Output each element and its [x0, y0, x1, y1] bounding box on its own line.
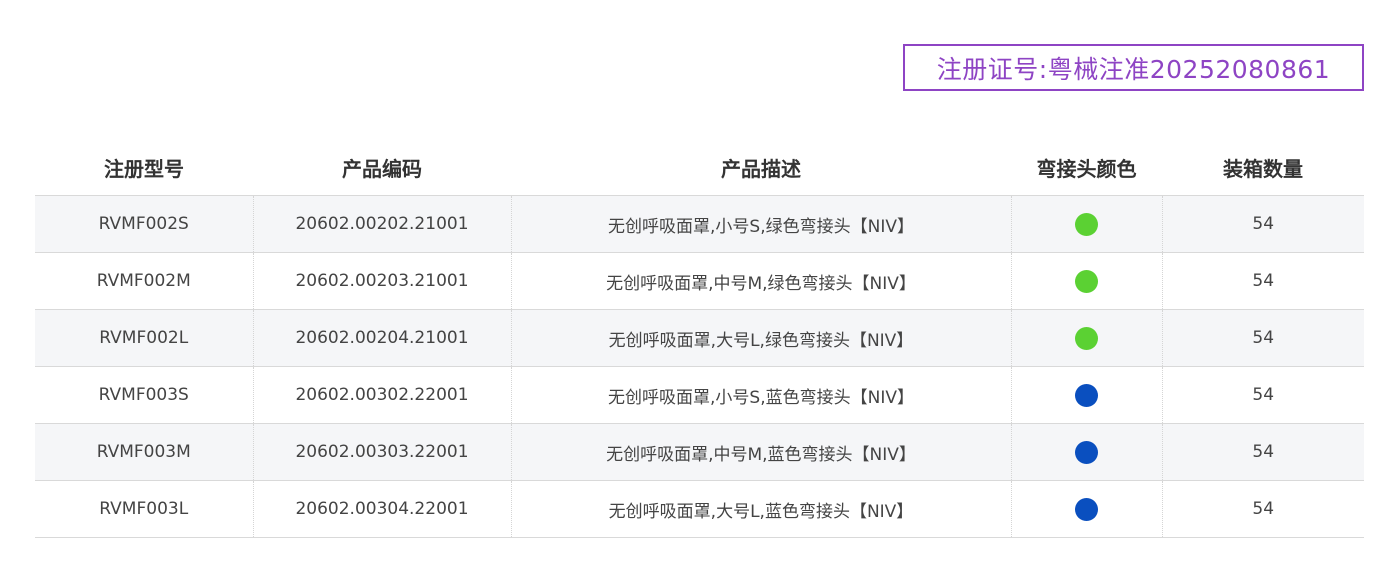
cell-description: 无创呼吸面罩,小号S,绿色弯接头【NIV】	[511, 195, 1012, 253]
header-connector-color: 弯接头颜色	[1011, 140, 1162, 196]
blue-dot-icon	[1075, 497, 1098, 521]
table-row: RVMF002M 20602.00203.21001 无创呼吸面罩,中号M,绿色…	[35, 252, 1364, 310]
cell-quantity: 54	[1162, 480, 1364, 538]
table-body: RVMF002S 20602.00202.21001 无创呼吸面罩,小号S,绿色…	[35, 195, 1364, 538]
cell-model: RVMF003M	[35, 423, 254, 481]
product-table: 注册型号 产品编码 产品描述 弯接头颜色 装箱数量 RVMF002S 20602…	[35, 140, 1364, 538]
table-row: RVMF003L 20602.00304.22001 无创呼吸面罩,大号L,蓝色…	[35, 480, 1364, 538]
cell-connector-color	[1011, 252, 1163, 310]
table-row: RVMF003M 20602.00303.22001 无创呼吸面罩,中号M,蓝色…	[35, 423, 1364, 481]
cell-connector-color	[1011, 480, 1163, 538]
cell-code: 20602.00202.21001	[253, 195, 512, 253]
table-header: 注册型号 产品编码 产品描述 弯接头颜色 装箱数量	[35, 140, 1364, 196]
table-row: RVMF002S 20602.00202.21001 无创呼吸面罩,小号S,绿色…	[35, 195, 1364, 253]
cell-quantity: 54	[1162, 252, 1364, 310]
header-code: 产品编码	[253, 140, 511, 196]
cell-quantity: 54	[1162, 366, 1364, 424]
cell-description: 无创呼吸面罩,大号L,绿色弯接头【NIV】	[511, 309, 1012, 367]
table-row: RVMF002L 20602.00204.21001 无创呼吸面罩,大号L,绿色…	[35, 309, 1364, 367]
table-row: RVMF003S 20602.00302.22001 无创呼吸面罩,小号S,蓝色…	[35, 366, 1364, 424]
header-model: 注册型号	[35, 140, 253, 196]
registration-number-box: 注册证号:粤械注准20252080861	[903, 44, 1364, 91]
registration-number-text: 注册证号:粤械注准20252080861	[936, 54, 1331, 84]
cell-quantity: 54	[1162, 195, 1364, 253]
cell-quantity: 54	[1162, 423, 1364, 481]
header-description: 产品描述	[511, 140, 1011, 196]
green-dot-icon	[1075, 269, 1098, 293]
cell-connector-color	[1011, 423, 1163, 481]
cell-code: 20602.00203.21001	[253, 252, 512, 310]
cell-code: 20602.00304.22001	[253, 480, 512, 538]
green-dot-icon	[1075, 326, 1098, 350]
cell-model: RVMF002S	[35, 195, 254, 253]
cell-connector-color	[1011, 366, 1163, 424]
cell-description: 无创呼吸面罩,中号M,蓝色弯接头【NIV】	[511, 423, 1012, 481]
cell-description: 无创呼吸面罩,中号M,绿色弯接头【NIV】	[511, 252, 1012, 310]
green-dot-icon	[1075, 212, 1098, 236]
cell-code: 20602.00204.21001	[253, 309, 512, 367]
header-quantity: 装箱数量	[1162, 140, 1364, 196]
cell-model: RVMF003L	[35, 480, 254, 538]
header-row: 注册型号 产品编码 产品描述 弯接头颜色 装箱数量	[35, 140, 1364, 196]
cell-model: RVMF003S	[35, 366, 254, 424]
blue-dot-icon	[1075, 383, 1098, 407]
cell-model: RVMF002L	[35, 309, 254, 367]
cell-quantity: 54	[1162, 309, 1364, 367]
cell-model: RVMF002M	[35, 252, 254, 310]
cell-description: 无创呼吸面罩,小号S,蓝色弯接头【NIV】	[511, 366, 1012, 424]
cell-connector-color	[1011, 309, 1163, 367]
cell-code: 20602.00303.22001	[253, 423, 512, 481]
cell-description: 无创呼吸面罩,大号L,蓝色弯接头【NIV】	[511, 480, 1012, 538]
cell-connector-color	[1011, 195, 1163, 253]
cell-code: 20602.00302.22001	[253, 366, 512, 424]
blue-dot-icon	[1075, 440, 1098, 464]
